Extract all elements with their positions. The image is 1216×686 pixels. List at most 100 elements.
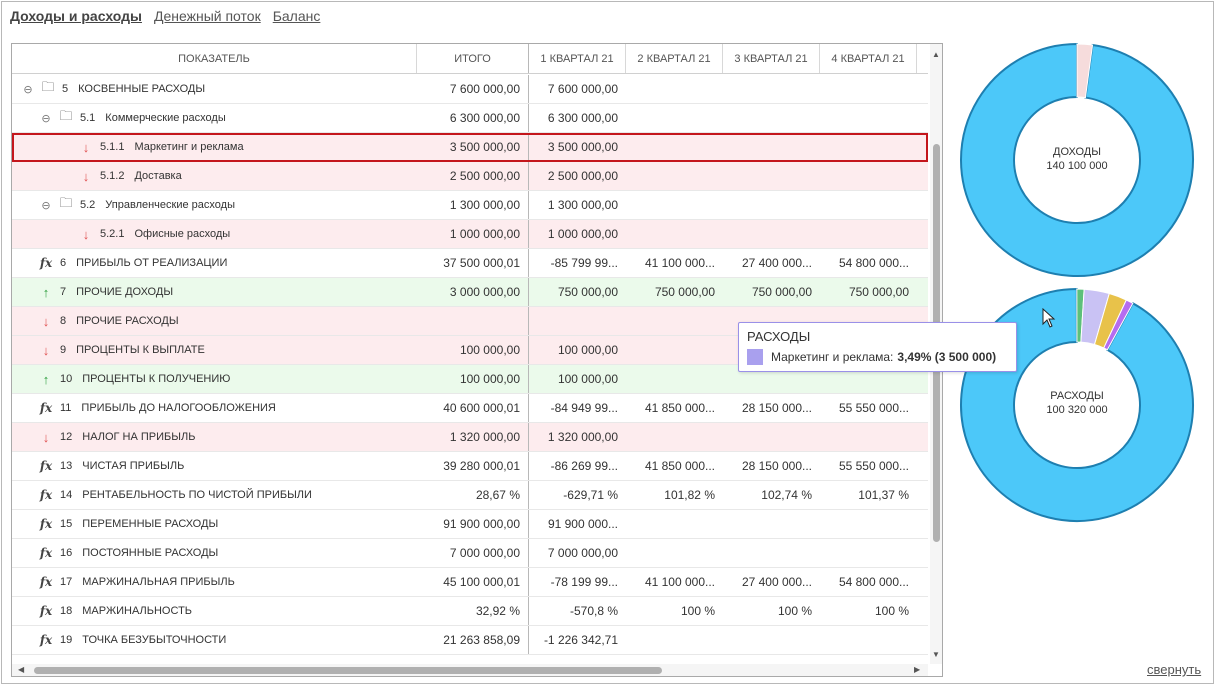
value-cell[interactable]: 40 600 000,01 [417, 394, 529, 422]
value-cell[interactable] [626, 423, 723, 451]
table-row[interactable]: fx 13 ЧИСТАЯ ПРИБЫЛЬ 39 280 000,01 -86 269 9… [12, 452, 928, 481]
value-cell[interactable]: 6 300 000,00 [529, 104, 626, 132]
table-row[interactable]: fx 11 ПРИБЫЛЬ ДО НАЛОГООБЛОЖЕНИЯ 40 600 000… [12, 394, 928, 423]
value-cell[interactable]: 41 100 000... [626, 249, 723, 277]
table-row[interactable]: fx 17 МАРЖИНАЛЬНАЯ ПРИБЫЛЬ 45 100 000,01 -78… [12, 568, 928, 597]
scroll-right-icon[interactable]: ▶ [914, 665, 920, 674]
column-header-5[interactable]: 4 КВАРТАЛ 21 [820, 44, 917, 73]
value-cell[interactable] [723, 626, 820, 654]
value-cell[interactable] [626, 75, 723, 103]
value-cell[interactable]: 3 500 000,00 [529, 133, 626, 161]
value-cell[interactable]: 28 150 000... [723, 452, 820, 480]
table-row[interactable]: ↓ 12 НАЛОГ НА ПРИБЫЛЬ 1 320 000,00 1 320 000… [12, 423, 928, 452]
tab-1[interactable]: Денежный поток [154, 8, 261, 24]
value-cell[interactable]: 28,67 % [417, 481, 529, 509]
value-cell[interactable]: 2 500 000,00 [417, 162, 529, 190]
value-cell[interactable]: 1 300 000,00 [529, 191, 626, 219]
value-cell[interactable]: 41 850 000... [626, 452, 723, 480]
column-header-3[interactable]: 2 КВАРТАЛ 21 [626, 44, 723, 73]
scroll-up-icon[interactable]: ▲ [932, 50, 940, 59]
value-cell[interactable]: 6 300 000,00 [417, 104, 529, 132]
value-cell[interactable] [820, 510, 917, 538]
collapse-link[interactable]: свернуть [1147, 662, 1201, 677]
tab-0[interactable]: Доходы и расходы [10, 8, 142, 24]
value-cell[interactable]: 3 000 000,00 [417, 278, 529, 306]
value-cell[interactable]: 101,37 % [820, 481, 917, 509]
value-cell[interactable]: 54 800 000... [820, 568, 917, 596]
value-cell[interactable] [820, 162, 917, 190]
value-cell[interactable] [417, 307, 529, 335]
value-cell[interactable]: 1 320 000,00 [529, 423, 626, 451]
value-cell[interactable]: 37 500 000,01 [417, 249, 529, 277]
table-row[interactable]: fx 6 ПРИБЫЛЬ ОТ РЕАЛИЗАЦИИ 37 500 000,01 -85… [12, 249, 928, 278]
collapse-toggle-icon[interactable]: ⊖ [22, 83, 34, 96]
expense-donut-chart[interactable]: РАСХОДЫ 100 320 000 [955, 283, 1200, 528]
value-cell[interactable] [626, 365, 723, 393]
horizontal-scrollbar[interactable]: ◀ ▶ [12, 664, 928, 676]
value-cell[interactable]: 750 000,00 [723, 278, 820, 306]
value-cell[interactable]: 750 000,00 [820, 278, 917, 306]
value-cell[interactable]: 45 100 000,01 [417, 568, 529, 596]
scroll-left-icon[interactable]: ◀ [18, 665, 24, 674]
value-cell[interactable]: 91 900 000... [529, 510, 626, 538]
value-cell[interactable] [820, 539, 917, 567]
value-cell[interactable] [626, 133, 723, 161]
value-cell[interactable] [723, 133, 820, 161]
value-cell[interactable] [626, 191, 723, 219]
value-cell[interactable]: 27 400 000... [723, 249, 820, 277]
value-cell[interactable] [723, 75, 820, 103]
value-cell[interactable]: -84 949 99... [529, 394, 626, 422]
value-cell[interactable]: 55 550 000... [820, 394, 917, 422]
value-cell[interactable]: 28 150 000... [723, 394, 820, 422]
value-cell[interactable] [626, 626, 723, 654]
value-cell[interactable] [723, 220, 820, 248]
value-cell[interactable]: 1 000 000,00 [529, 220, 626, 248]
table-row[interactable]: ↓ 5.1.2 Доставка 2 500 000,00 2 500 000,00 [12, 162, 928, 191]
value-cell[interactable] [626, 510, 723, 538]
value-cell[interactable]: 32,92 % [417, 597, 529, 625]
table-row[interactable]: ⊖ 🗀 5.2 Управленческие расходы 1 300 000,00 1… [12, 191, 928, 220]
value-cell[interactable]: 21 263 858,09 [417, 626, 529, 654]
value-cell[interactable]: 3 500 000,00 [417, 133, 529, 161]
value-cell[interactable] [723, 162, 820, 190]
value-cell[interactable]: -85 799 99... [529, 249, 626, 277]
table-row[interactable]: fx 19 ТОЧКА БЕЗУБЫТОЧНОСТИ 21 263 858,09 -1 … [12, 626, 928, 655]
value-cell[interactable]: 7 600 000,00 [417, 75, 529, 103]
value-cell[interactable]: 100 000,00 [529, 336, 626, 364]
table-row[interactable]: fx 16 ПОСТОЯННЫЕ РАСХОДЫ 7 000 000,00 7 000 … [12, 539, 928, 568]
value-cell[interactable] [820, 133, 917, 161]
value-cell[interactable] [626, 539, 723, 567]
table-row[interactable]: fx 14 РЕНТАБЕЛЬНОСТЬ ПО ЧИСТОЙ ПРИБЫЛИ 28,6… [12, 481, 928, 510]
value-cell[interactable] [820, 423, 917, 451]
value-cell[interactable]: 27 400 000... [723, 568, 820, 596]
table-row[interactable]: fx 18 МАРЖИНАЛЬНОСТЬ 32,92 % -570,8 % 100 % 10… [12, 597, 928, 626]
value-cell[interactable] [723, 539, 820, 567]
income-donut-chart[interactable]: ДОХОДЫ 140 100 000 [955, 38, 1200, 283]
value-cell[interactable]: -86 269 99... [529, 452, 626, 480]
value-cell[interactable] [820, 104, 917, 132]
value-cell[interactable] [626, 307, 723, 335]
value-cell[interactable]: 7 000 000,00 [417, 539, 529, 567]
value-cell[interactable] [723, 510, 820, 538]
value-cell[interactable]: 1 320 000,00 [417, 423, 529, 451]
value-cell[interactable]: 91 900 000,00 [417, 510, 529, 538]
value-cell[interactable]: 41 100 000... [626, 568, 723, 596]
value-cell[interactable]: 1 300 000,00 [417, 191, 529, 219]
value-cell[interactable] [723, 423, 820, 451]
column-header-1[interactable]: ИТОГО [417, 44, 529, 73]
value-cell[interactable]: 100 000,00 [417, 336, 529, 364]
value-cell[interactable]: 100 % [626, 597, 723, 625]
value-cell[interactable]: -1 226 342,71 [529, 626, 626, 654]
value-cell[interactable]: -78 199 99... [529, 568, 626, 596]
table-row[interactable]: fx 15 ПЕРЕМЕННЫЕ РАСХОДЫ 91 900 000,00 91 90… [12, 510, 928, 539]
value-cell[interactable]: 7 000 000,00 [529, 539, 626, 567]
table-row[interactable]: ⊖ 🗀 5 КОСВЕННЫЕ РАСХОДЫ 7 600 000,00 7 600 00… [12, 75, 928, 104]
value-cell[interactable] [723, 191, 820, 219]
value-cell[interactable] [820, 191, 917, 219]
value-cell[interactable]: 100 % [820, 597, 917, 625]
value-cell[interactable]: 1 000 000,00 [417, 220, 529, 248]
value-cell[interactable]: 101,82 % [626, 481, 723, 509]
collapse-toggle-icon[interactable]: ⊖ [40, 199, 52, 212]
value-cell[interactable]: 2 500 000,00 [529, 162, 626, 190]
value-cell[interactable] [820, 75, 917, 103]
